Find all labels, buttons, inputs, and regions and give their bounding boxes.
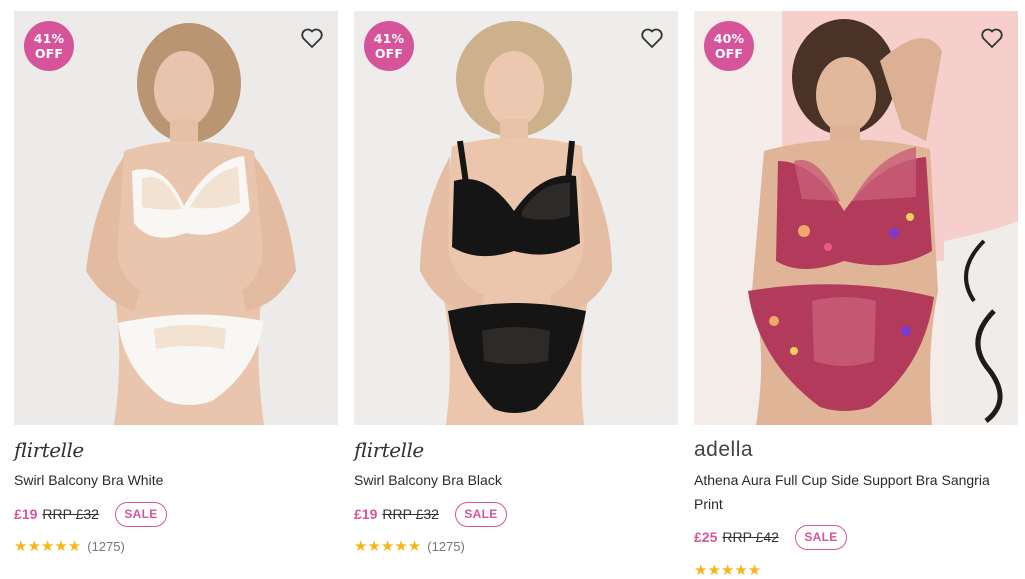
product-card[interactable]: 41% OFF flirtelle Swirl Balcony Bra Blac… — [354, 11, 678, 571]
rrp-price: RRP £32 — [382, 506, 439, 522]
product-name[interactable]: Athena Aura Full Cup Side Support Bra Sa… — [694, 468, 1014, 516]
discount-percent: 40% — [713, 31, 745, 46]
product-photo — [694, 11, 1018, 425]
sale-tag: SALE — [114, 501, 167, 527]
wishlist-heart-icon[interactable] — [980, 27, 1004, 49]
discount-badge: 41% OFF — [24, 21, 74, 71]
wishlist-heart-icon[interactable] — [640, 27, 664, 49]
brand-name[interactable]: flirtelle — [354, 438, 424, 462]
product-card[interactable]: 41% OFF flirtelle Swirl Balcony Bra Whit… — [14, 11, 338, 571]
rating-row[interactable]: ★★★★★ (1275) — [354, 537, 465, 555]
product-grid: 41% OFF flirtelle Swirl Balcony Bra Whit… — [0, 0, 1025, 579]
sale-price: £19 — [14, 506, 38, 522]
price-row: £19 RRP £32 SALE — [354, 501, 507, 527]
star-rating-icon: ★★★★★ — [354, 538, 422, 555]
product-name[interactable]: Swirl Balcony Bra White — [14, 468, 334, 492]
discount-percent: 41% — [33, 31, 65, 46]
product-photo — [14, 11, 338, 425]
star-rating-icon: ★★★★★ — [694, 562, 762, 579]
discount-off-label: OFF — [714, 46, 744, 61]
sale-tag: SALE — [454, 501, 507, 527]
rrp-price: RRP £32 — [42, 506, 99, 522]
product-image[interactable]: 41% OFF — [14, 11, 338, 425]
brand-name[interactable]: adella — [694, 438, 753, 461]
star-rating-icon: ★★★★★ — [14, 538, 82, 555]
wishlist-heart-icon[interactable] — [300, 27, 324, 49]
discount-off-label: OFF — [374, 46, 404, 61]
discount-badge: 41% OFF — [364, 21, 414, 71]
sale-price: £25 — [694, 529, 718, 545]
rating-row[interactable]: ★★★★★ (1275) — [14, 537, 125, 555]
sale-tag: SALE — [794, 524, 847, 550]
price-row: £19 RRP £32 SALE — [14, 501, 167, 527]
product-card[interactable]: 40% OFF adella Athena Aura Full Cup Side… — [694, 11, 1018, 579]
rating-row[interactable]: ★★★★★ — [694, 561, 761, 579]
product-name[interactable]: Swirl Balcony Bra Black — [354, 468, 674, 492]
rrp-price: RRP £42 — [722, 529, 779, 545]
review-count: (1275) — [427, 538, 465, 554]
product-image[interactable]: 40% OFF — [694, 11, 1018, 425]
brand-name[interactable]: flirtelle — [14, 438, 84, 462]
review-count: (1275) — [87, 538, 125, 554]
product-image[interactable]: 41% OFF — [354, 11, 678, 425]
product-photo — [354, 11, 678, 425]
discount-badge: 40% OFF — [704, 21, 754, 71]
sale-price: £19 — [354, 506, 378, 522]
discount-off-label: OFF — [34, 46, 64, 61]
discount-percent: 41% — [373, 31, 405, 46]
price-row: £25 RRP £42 SALE — [694, 524, 847, 550]
